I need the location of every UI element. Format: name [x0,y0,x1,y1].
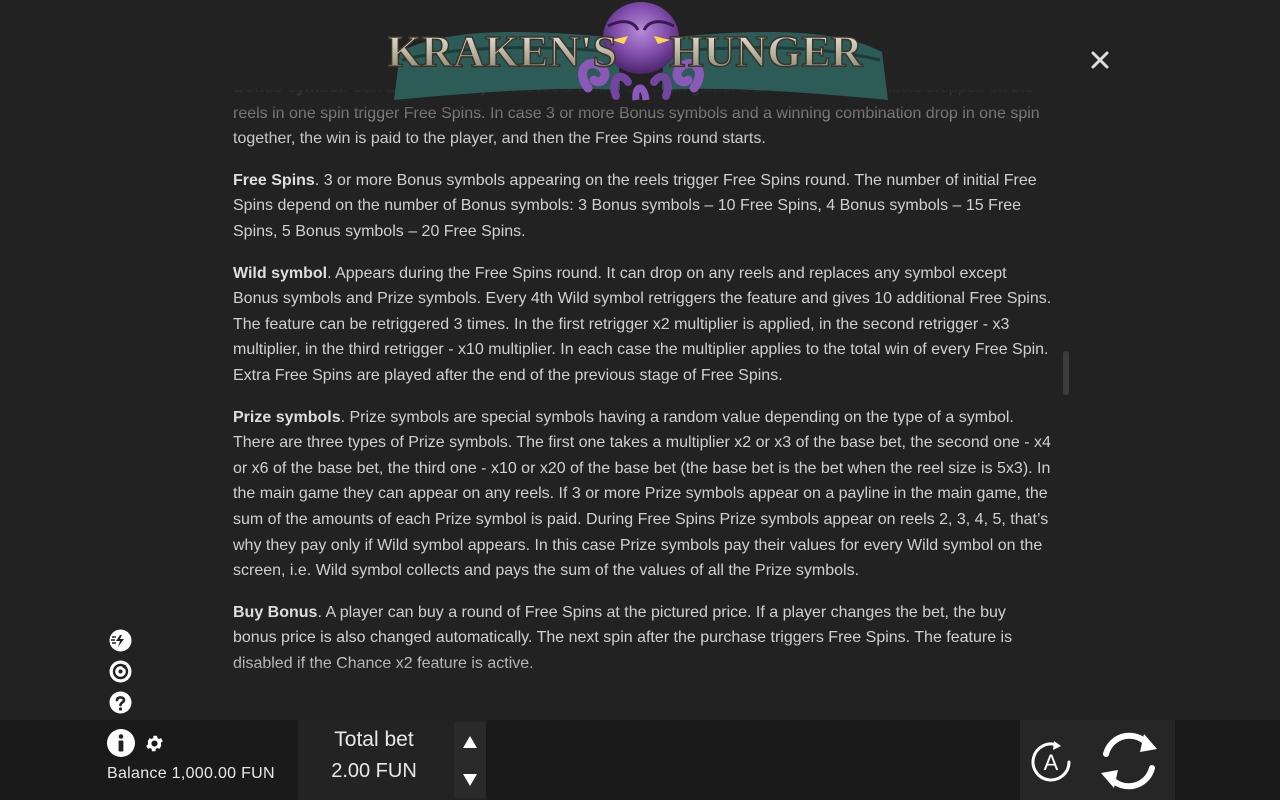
rule-paragraph: Buy Bonus. A player can buy a round of F… [233,600,1053,677]
total-bet-title: Total bet [334,728,414,751]
help-icon [109,691,132,714]
spin-button[interactable] [1094,728,1164,794]
rule-title: Free Spins [233,171,315,189]
chance-button[interactable] [108,659,133,684]
total-bet-value: 2.00 FUN [331,760,417,782]
turbo-icon [109,629,132,652]
game-logo: KRAKEN'S HUNGER [388,2,888,101]
rule-paragraph: Wild symbol. Appears during the Free Spi… [233,261,1053,389]
gear-icon [146,735,163,752]
rule-paragraph: Free Spins. 3 or more Bonus symbols appe… [233,168,1053,245]
rules-content: Bonus symbol. Can appear on any of the r… [233,88,1053,690]
bet-increase-button[interactable] [460,733,480,751]
close-icon [1091,51,1109,69]
rule-text: . Prize symbols are special symbols havi… [233,408,1051,580]
rule-text: . A player can buy a round of Free Spins… [233,603,1013,672]
svg-text:KRAKEN'S: KRAKEN'S [388,27,617,76]
triangle-down-icon [463,774,477,786]
info-icon [107,729,135,757]
turbo-button[interactable] [108,628,133,653]
rule-title: Prize symbols [233,408,341,426]
chance-icon [109,660,132,683]
rule-title: Buy Bonus [233,603,318,621]
settings-button[interactable] [144,733,165,754]
rule-paragraph: Prize symbols. Prize symbols are special… [233,405,1053,584]
rule-text: . 3 or more Bonus symbols appearing on t… [233,171,1037,240]
info-button[interactable] [106,728,136,758]
help-button[interactable] [108,690,133,715]
svg-text:HUNGER: HUNGER [669,27,863,76]
autoplay-icon: A [1031,741,1071,782]
rules-scroll-area[interactable]: Bonus symbol. Can appear on any of the r… [233,88,1053,690]
triangle-up-icon [463,736,477,748]
svg-text:A: A [1044,750,1059,775]
close-button[interactable] [1086,46,1114,74]
autoplay-button[interactable]: A [1027,738,1075,786]
rule-title: Wild symbol [233,264,328,282]
rule-title: Bonus symbol [233,88,343,96]
bet-decrease-button[interactable] [460,771,480,789]
rule-text: . Appears during the Free Spins round. I… [233,264,1052,384]
balance-label: Balance 1,000.00 FUN [107,765,275,782]
spin-icon [1101,732,1157,790]
scrollbar-thumb[interactable] [1063,351,1069,395]
